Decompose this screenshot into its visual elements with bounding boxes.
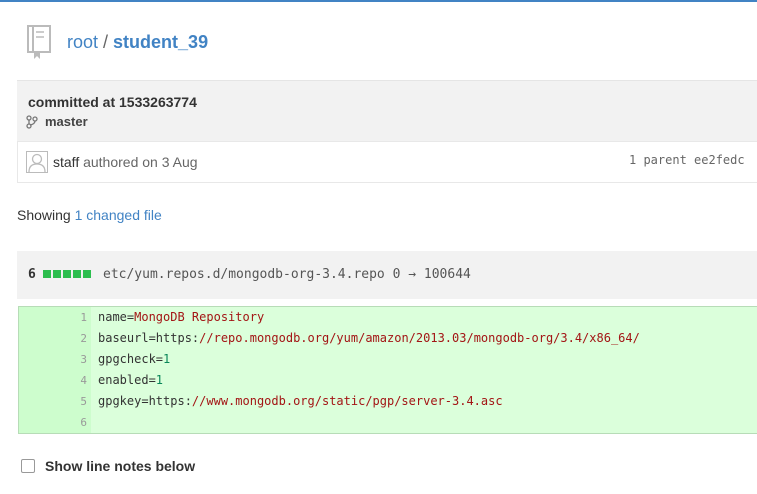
line-code: enabled=1: [98, 373, 164, 387]
additions-count: 6: [28, 267, 36, 282]
commit-summary: committed at 1533263774 master: [17, 80, 757, 141]
authored-date: authored on 3 Aug: [83, 154, 198, 170]
branch-name[interactable]: master: [45, 114, 88, 129]
diff-line: 3 gpgcheck=1: [19, 349, 757, 370]
diffstat-block: [53, 270, 61, 278]
author-line: staff authored on 3 Aug: [53, 154, 198, 170]
branch-icon: [26, 114, 38, 129]
file-path-link[interactable]: etc/yum.repos.d/mongodb-org-3.4.repo: [103, 267, 385, 282]
line-code: baseurl=https://repo.mongodb.org/yum/ama…: [98, 331, 640, 345]
diffstat-block: [63, 270, 71, 278]
parent-hash-link[interactable]: ee2fedc: [694, 153, 745, 167]
diff-line: 6: [19, 412, 757, 433]
line-code: gpgkey=https://www.mongodb.org/static/pg…: [98, 394, 503, 408]
line-number[interactable]: 5: [19, 395, 87, 408]
showing-prefix: Showing: [17, 207, 71, 223]
commit-meta: staff authored on 3 Aug 1 parent ee2fedc: [17, 141, 757, 183]
line-number[interactable]: 3: [19, 353, 87, 366]
line-code: name=MongoDB Repository: [98, 310, 265, 324]
line-number[interactable]: 4: [19, 374, 87, 387]
diff-table: 1 name=MongoDB Repository 2 baseurl=http…: [18, 306, 757, 434]
file-mode: 0 → 100644: [392, 267, 471, 282]
author-name[interactable]: staff: [53, 154, 79, 170]
changed-files-link[interactable]: 1 changed file: [75, 207, 162, 223]
repo-header: root / student_39: [24, 22, 208, 62]
diff-line: 1 name=MongoDB Repository: [19, 307, 757, 328]
branch-line: master: [26, 114, 88, 129]
diffstat-block: [83, 270, 91, 278]
diffstat-bar: [43, 270, 91, 278]
diff-line: 2 baseurl=https://repo.mongodb.org/yum/a…: [19, 328, 757, 349]
file-header: 6 etc/yum.repos.d/mongodb-org-3.4.repo 0…: [17, 251, 757, 299]
line-code: gpgcheck=1: [98, 352, 171, 366]
diff-line: 5 gpgkey=https://www.mongodb.org/static/…: [19, 391, 757, 412]
line-notes-checkbox[interactable]: [21, 459, 35, 473]
parent-label: 1 parent: [629, 153, 687, 167]
breadcrumb-separator: /: [103, 31, 109, 52]
repo-book-icon: [27, 25, 51, 59]
diff-line: 4 enabled=1: [19, 370, 757, 391]
parent-info: 1 parent ee2fedc: [629, 153, 745, 167]
line-notes-toggle[interactable]: Show line notes below: [21, 458, 195, 474]
diffstat-block: [73, 270, 81, 278]
changed-files-summary: Showing 1 changed file: [17, 207, 162, 223]
breadcrumb-repo-link[interactable]: student_39: [113, 32, 208, 53]
commit-title: committed at 1533263774: [28, 94, 197, 110]
file-path: etc/yum.repos.d/mongodb-org-3.4.repo 0 →…: [103, 267, 471, 282]
diffstat-block: [43, 270, 51, 278]
top-accent-bar: [0, 0, 757, 2]
line-number[interactable]: 2: [19, 332, 87, 345]
breadcrumb-root-link[interactable]: root: [67, 32, 98, 53]
line-notes-label[interactable]: Show line notes below: [45, 458, 195, 474]
line-number[interactable]: 1: [19, 311, 87, 324]
avatar: [26, 151, 48, 173]
line-number[interactable]: 6: [19, 416, 87, 429]
